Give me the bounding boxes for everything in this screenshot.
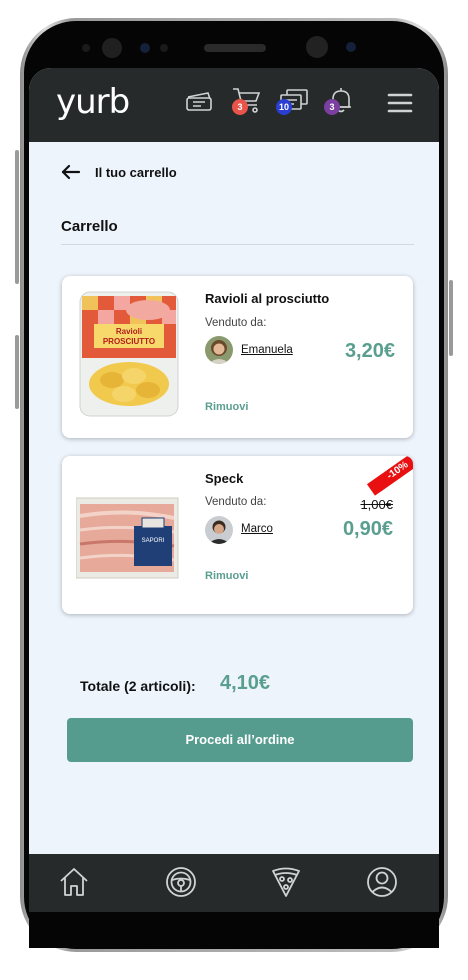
item-price: 0,90€ <box>342 518 393 540</box>
phone-chin <box>29 912 439 948</box>
svg-text:SAPORI: SAPORI <box>142 538 165 544</box>
item-price: 3,20€ <box>344 340 395 362</box>
side-button-volume-up <box>15 150 19 284</box>
side-button-power <box>449 280 453 356</box>
iris-scanner <box>306 36 328 58</box>
total-value: 4,10€ <box>220 672 271 694</box>
menu-icon[interactable] <box>387 92 413 119</box>
earpiece-speaker <box>204 44 266 52</box>
sensor-dot <box>140 43 150 53</box>
page-title: Il tuo carrello <box>95 165 177 180</box>
sensor-dot <box>160 44 168 52</box>
app-screen: yurb 3 10 3 Il tuo carrello Carrello Rav… <box>29 68 439 912</box>
side-button-volume-down <box>15 335 19 409</box>
section-title: Carrello <box>61 218 118 235</box>
bottom-nav <box>29 854 439 912</box>
svg-text:PROSCIUTTO: PROSCIUTTO <box>103 337 155 346</box>
cart-item: SAPORI -10% Speck Venduto da: 1,00€ Marc… <box>62 456 413 614</box>
product-image: SAPORI <box>75 468 182 588</box>
remove-button[interactable]: Rimuovi <box>205 570 248 582</box>
original-price: 1,00€ <box>360 497 393 512</box>
checkout-button[interactable]: Procedi all’ordine <box>67 718 413 762</box>
sensor-dot <box>346 42 356 52</box>
seller-name[interactable]: Emanuela <box>241 344 293 356</box>
svg-text:Ravioli: Ravioli <box>116 327 142 336</box>
sensor-dot <box>82 44 90 52</box>
sold-by-label: Venduto da: <box>205 317 267 329</box>
home-icon[interactable] <box>58 866 90 903</box>
discount-badge: -10% <box>366 456 413 496</box>
cart-item: Ravioli PROSCIUTTO Ravioli al prosciutto… <box>62 276 413 438</box>
back-arrow-icon[interactable] <box>61 164 81 185</box>
remove-button[interactable]: Rimuovi <box>205 401 248 413</box>
total-label: Totale (2 articoli): <box>80 678 196 694</box>
ticket-icon[interactable] <box>185 90 213 117</box>
profile-icon[interactable] <box>366 866 398 903</box>
steering-wheel-icon[interactable] <box>165 866 197 903</box>
seller-name[interactable]: Marco <box>241 523 273 535</box>
product-name[interactable]: Speck <box>205 471 243 486</box>
product-image: Ravioli PROSCIUTTO <box>76 288 182 420</box>
seller-avatar[interactable] <box>205 336 233 364</box>
divider <box>61 244 414 245</box>
app-logo[interactable]: yurb <box>56 82 130 122</box>
cart-page: Il tuo carrello Carrello Ravioli PROSCIU… <box>29 142 439 854</box>
sold-by-label: Venduto da: <box>205 496 267 508</box>
messages-badge: 10 <box>276 99 292 115</box>
pizza-icon[interactable] <box>271 866 301 903</box>
top-bar: yurb 3 10 3 <box>29 68 439 142</box>
seller-avatar[interactable] <box>205 516 233 544</box>
cart-badge: 3 <box>232 99 248 115</box>
notifications-badge: 3 <box>324 99 340 115</box>
product-name[interactable]: Ravioli al prosciutto <box>205 291 329 306</box>
front-camera <box>102 38 122 58</box>
